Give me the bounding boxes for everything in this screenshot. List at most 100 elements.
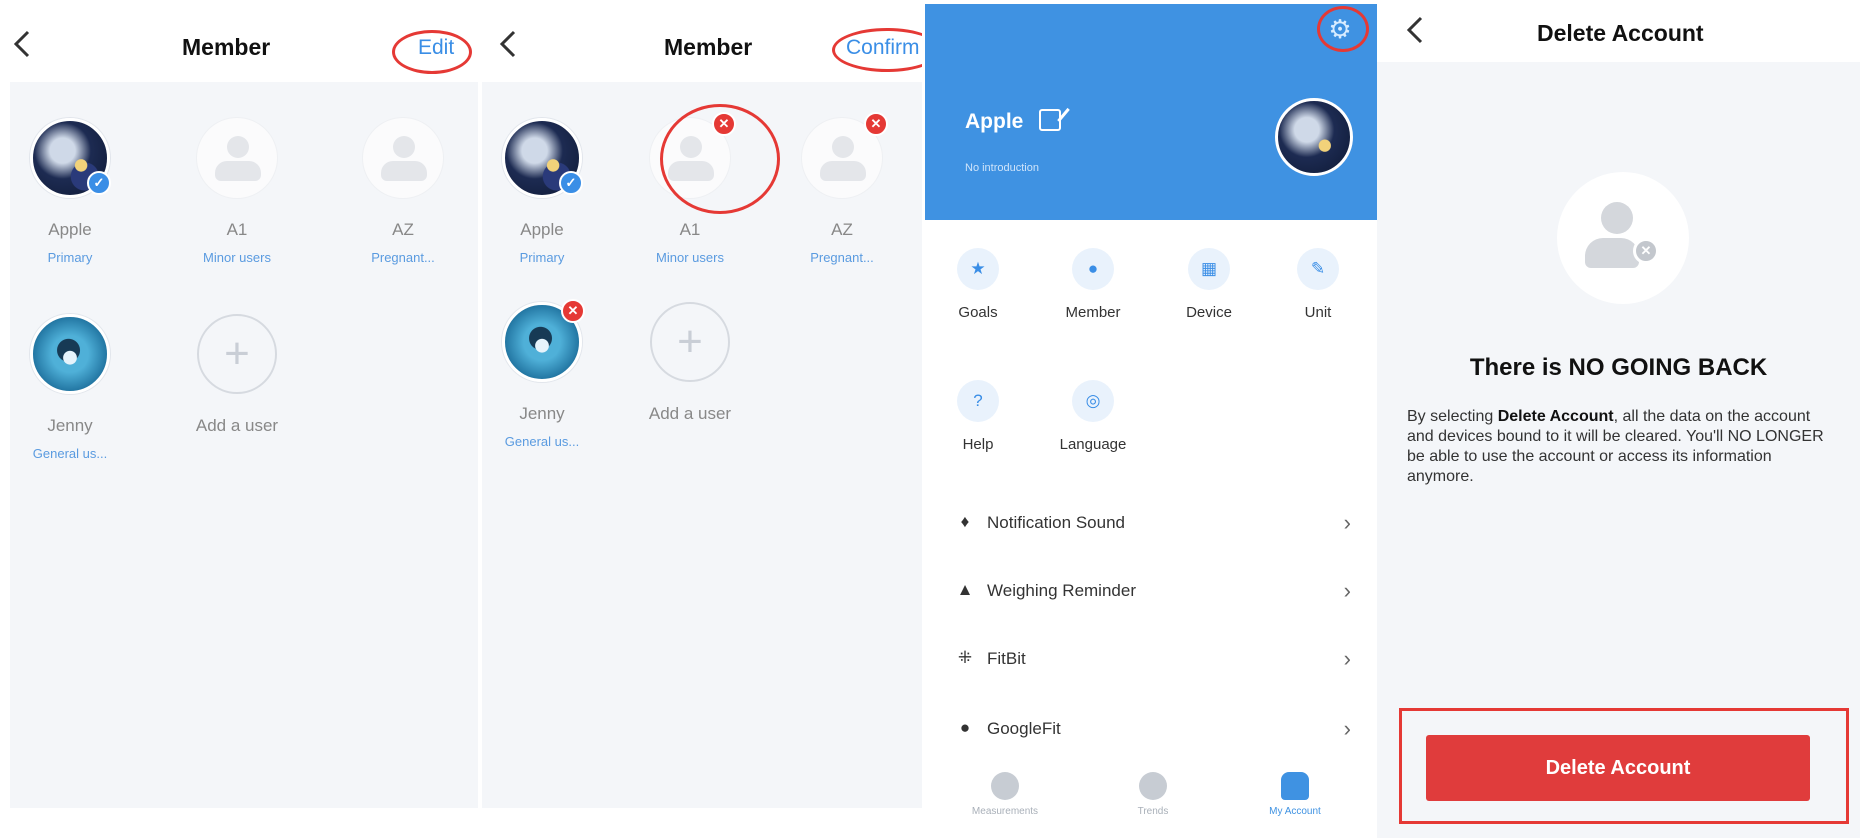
menu-item-weighing-reminder[interactable]: ▲ Weighing Reminder › (925, 558, 1377, 624)
googlefit-icon: ● (959, 718, 971, 737)
ruler-icon: ✎ (1297, 248, 1339, 290)
grid-item-label: Help (962, 436, 994, 453)
tab-label: Trends (1137, 806, 1169, 817)
grid-item-member[interactable]: ● Member (1043, 248, 1143, 321)
edit-icon[interactable] (1039, 109, 1061, 131)
top-bar: Member Edit (0, 0, 478, 82)
grid-item-label: Device (1186, 304, 1232, 321)
delete-member-icon[interactable]: ✕ (712, 112, 736, 136)
member-grid: ✓ Apple Primary A1 Minor users AZ Pregna… (10, 82, 478, 808)
warning-heading: There is NO GOING BACK (1469, 354, 1768, 381)
chevron-right-icon: › (1343, 716, 1351, 741)
star-icon: ★ (957, 248, 999, 290)
checkmark-icon: ✓ (87, 171, 111, 195)
tab-trends[interactable]: Trends (1093, 760, 1213, 817)
member-role: General us... (32, 446, 108, 461)
members-icon: ● (1072, 248, 1114, 290)
member-name: Jenny (47, 416, 93, 435)
back-icon[interactable] (494, 26, 524, 62)
member-role: Minor users (656, 250, 724, 265)
bottom-tab-bar: Measurements Trends My Account (925, 760, 1377, 830)
member-item[interactable]: ✓ Apple Primary (482, 118, 602, 265)
add-user-label: Add a user (195, 416, 279, 435)
member-role: Minor users (203, 250, 271, 265)
confirm-button[interactable]: Confirm (846, 36, 920, 60)
globe-icon: ◎ (1072, 380, 1114, 422)
delete-account-screen: Delete Account ✕ There is NO GOING BACK … (1377, 0, 1860, 838)
grid-item-help[interactable]: ? Help (928, 380, 1028, 453)
menu-item-notification-sound[interactable]: ♦ Notification Sound › (925, 490, 1377, 556)
member-item[interactable]: ✕ Jenny General us... (482, 299, 602, 449)
grid-item-label: Language (1059, 436, 1127, 453)
plus-icon: + (197, 314, 277, 394)
menu-item-fitbit[interactable]: ⁜ FitBit › (925, 626, 1377, 692)
member-name: Jenny (519, 404, 565, 423)
microphone-icon: ♦ (960, 512, 970, 531)
grid-item-goals[interactable]: ★ Goals (928, 248, 1028, 321)
profile-name: Apple (965, 110, 1024, 133)
edit-button[interactable]: Edit (418, 36, 454, 60)
member-grid: ✓ Apple Primary ✕ A1 Minor users ✕ AZ Pr… (482, 82, 924, 808)
tab-label: My Account (1269, 806, 1321, 817)
delete-member-icon[interactable]: ✕ (864, 112, 888, 136)
member-role: Primary (47, 250, 93, 265)
gear-icon[interactable]: ⚙ (1323, 12, 1357, 46)
menu-item-googlefit[interactable]: ● GoogleFit › (925, 696, 1377, 762)
member-screen-confirm: Member Confirm ✓ Apple Primary ✕ A1 Mino… (482, 0, 924, 838)
avatar[interactable] (1275, 98, 1353, 176)
person-icon (1281, 772, 1309, 800)
member-role: General us... (504, 434, 580, 449)
delete-member-icon[interactable]: ✕ (561, 299, 585, 323)
profile-intro: No introduction (965, 162, 1039, 174)
add-user-button[interactable]: + Add a user (630, 302, 750, 424)
member-item[interactable]: ✓ Apple Primary (10, 118, 130, 265)
grid-item-label: Goals (958, 304, 998, 321)
member-role: Pregnant... (810, 250, 874, 265)
back-icon[interactable] (8, 26, 38, 62)
chevron-right-icon: › (1343, 578, 1351, 603)
grid-item-language[interactable]: ◎ Language (1043, 380, 1143, 453)
member-item[interactable]: AZ Pregnant... (343, 118, 463, 265)
member-item[interactable]: ✕ A1 Minor users (630, 112, 750, 265)
warning-text: By selecting Delete Account, all the dat… (1407, 408, 1824, 485)
tab-my-account[interactable]: My Account (1235, 760, 1355, 817)
menu-item-label: Weighing Reminder (987, 581, 1136, 600)
grid-item-label: Member (1065, 304, 1121, 321)
member-name: Apple (48, 220, 92, 239)
menu-item-label: GoogleFit (987, 719, 1061, 738)
avatar: ✓ (502, 118, 583, 198)
my-account-screen: ⚙ Apple No introduction ★ Goals ● Member… (922, 0, 1377, 838)
add-user-label: Add a user (648, 404, 732, 423)
avatar-placeholder-icon (197, 118, 277, 198)
grid-item-device[interactable]: ▦ Device (1159, 248, 1259, 321)
help-icon: ? (957, 380, 999, 422)
member-item[interactable]: Jenny General us... (10, 314, 130, 461)
back-icon[interactable] (1401, 12, 1431, 48)
bell-icon: ▲ (956, 580, 974, 599)
member-name: AZ (392, 220, 414, 239)
plus-icon: + (650, 302, 730, 382)
member-item[interactable]: ✕ AZ Pregnant... (782, 112, 902, 265)
avatar: ✓ (30, 118, 111, 198)
chevron-right-icon: › (1343, 646, 1351, 671)
menu-item-label: Notification Sound (987, 513, 1125, 532)
delete-account-button[interactable]: Delete Account (1426, 735, 1810, 801)
page-title: Member (182, 34, 271, 60)
tab-measurements[interactable]: Measurements (945, 760, 1065, 817)
delete-account-body: ✕ There is NO GOING BACK By selecting De… (1377, 62, 1860, 838)
grid-item-unit[interactable]: ✎ Unit (1268, 248, 1368, 321)
avatar-placeholder-icon: ✕ (802, 112, 888, 198)
profile-header: ⚙ Apple No introduction (925, 4, 1377, 220)
member-role: Primary (519, 250, 565, 265)
avatar (30, 314, 110, 394)
member-name: A1 (679, 220, 701, 239)
page-title: Delete Account (1537, 20, 1704, 46)
fitbit-icon: ⁜ (957, 648, 973, 667)
add-user-button[interactable]: + Add a user (177, 314, 297, 436)
avatar: ✕ (502, 299, 585, 382)
trends-icon (1139, 772, 1167, 800)
tab-label: Measurements (971, 806, 1039, 817)
member-item[interactable]: A1 Minor users (177, 118, 297, 265)
top-bar: Member Confirm (482, 0, 924, 82)
avatar-placeholder-icon: ✕ (650, 112, 736, 198)
